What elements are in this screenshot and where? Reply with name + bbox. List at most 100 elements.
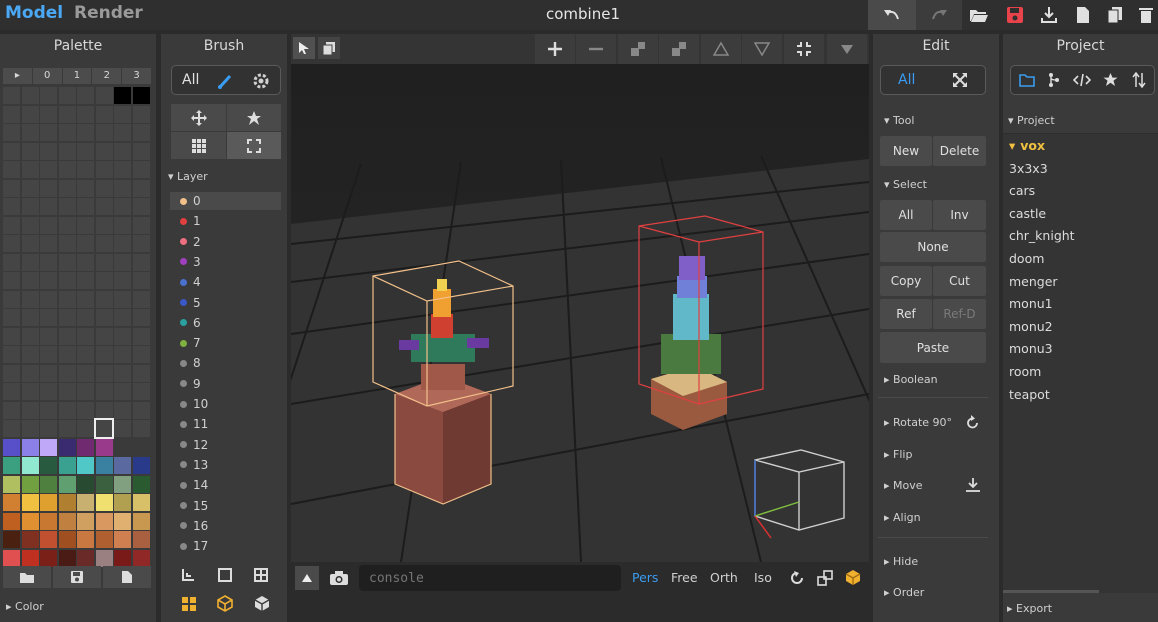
palette-swatch[interactable] xyxy=(114,290,131,308)
palette-tab-0[interactable]: 0 xyxy=(32,68,62,84)
new-button[interactable]: New xyxy=(880,136,932,166)
palette-swatch[interactable] xyxy=(58,216,76,234)
palette-swatch[interactable] xyxy=(77,179,94,197)
palette-swatch[interactable] xyxy=(95,475,113,493)
palette-swatch[interactable] xyxy=(58,272,76,289)
palette-swatch[interactable] xyxy=(40,198,57,215)
palette-swatch[interactable] xyxy=(132,290,150,308)
palette-swatch[interactable] xyxy=(132,346,150,363)
palette-swatch[interactable] xyxy=(95,531,113,548)
layer-item[interactable]: 15 xyxy=(170,497,281,515)
palette-swatch[interactable] xyxy=(40,420,57,437)
palette-swatch[interactable] xyxy=(40,401,57,419)
palette-swatch[interactable] xyxy=(77,475,94,493)
palette-swatch[interactable] xyxy=(114,216,131,234)
palette-swatch[interactable] xyxy=(114,161,131,178)
palette-new-button[interactable] xyxy=(103,566,151,588)
palette-swatch[interactable] xyxy=(77,198,94,215)
palette-swatch[interactable] xyxy=(21,290,39,308)
palette-swatch[interactable] xyxy=(3,457,20,474)
palette-swatch[interactable] xyxy=(95,327,113,345)
ref-d-button[interactable]: Ref-D xyxy=(933,299,986,329)
palette-swatch[interactable] xyxy=(21,179,39,197)
layer-item[interactable]: 10 xyxy=(170,395,281,413)
palette-swatch[interactable] xyxy=(40,457,57,474)
palette-swatch[interactable] xyxy=(3,364,20,382)
palette-swatch[interactable] xyxy=(132,475,150,493)
palette-swatch[interactable] xyxy=(21,438,39,456)
palette-swatch[interactable] xyxy=(114,272,131,289)
palette-swatch[interactable] xyxy=(95,105,113,123)
expand-icon[interactable] xyxy=(953,73,967,87)
collapse-console-button[interactable] xyxy=(295,566,319,590)
project-item[interactable]: 3x3x3 xyxy=(1009,161,1048,176)
palette-swatch[interactable] xyxy=(77,235,94,252)
palette-swatch[interactable] xyxy=(40,438,57,456)
palette-swatch[interactable] xyxy=(58,142,76,160)
palette-swatch[interactable] xyxy=(58,290,76,308)
project-item[interactable]: monu3 xyxy=(1009,341,1053,356)
layer-item[interactable]: 11 xyxy=(170,415,281,433)
palette-swatch[interactable] xyxy=(132,438,150,456)
boolean-section-toggle[interactable]: ▸ Boolean xyxy=(884,373,938,386)
console-input[interactable] xyxy=(359,565,621,591)
palette-swatch[interactable] xyxy=(77,364,94,382)
palette-swatch[interactable] xyxy=(21,475,39,493)
view-pers-button[interactable]: Pers xyxy=(632,570,658,585)
view-free-button[interactable]: Free xyxy=(671,570,698,585)
palette-swatch[interactable] xyxy=(114,105,131,123)
palette-swatch[interactable] xyxy=(21,142,39,160)
corner-icon[interactable] xyxy=(181,568,195,582)
palette-swatch[interactable] xyxy=(132,401,150,419)
palette-swatch[interactable] xyxy=(58,549,76,567)
copy-button[interactable]: Copy xyxy=(880,266,932,296)
export-section-toggle[interactable]: ▸ Export xyxy=(1007,602,1052,615)
palette-swatch[interactable] xyxy=(58,364,76,382)
palette-swatch[interactable] xyxy=(95,142,113,160)
layer-item[interactable]: 0 xyxy=(170,192,281,210)
gear-icon[interactable] xyxy=(252,72,270,90)
triangle-up-button[interactable] xyxy=(701,34,741,64)
palette-swatch[interactable] xyxy=(95,457,113,474)
palette-swatch[interactable] xyxy=(114,124,131,141)
save-button[interactable] xyxy=(1002,4,1028,26)
layer-item[interactable]: 14 xyxy=(170,476,281,494)
palette-swatch[interactable] xyxy=(21,327,39,345)
grid-square-icon[interactable] xyxy=(254,568,268,582)
palette-swatch[interactable] xyxy=(3,87,20,104)
palette-swatch[interactable] xyxy=(114,438,131,456)
face-select-icon[interactable] xyxy=(181,596,197,612)
palette-swatch[interactable] xyxy=(95,383,113,400)
palette-swatch[interactable] xyxy=(58,327,76,345)
palette-swatch[interactable] xyxy=(58,105,76,123)
fit-view-button[interactable] xyxy=(784,34,824,64)
palette-swatch[interactable] xyxy=(95,272,113,289)
palette-swatch[interactable] xyxy=(77,327,94,345)
palette-swatch[interactable] xyxy=(132,549,150,567)
palette-swatch[interactable] xyxy=(21,364,39,382)
palette-swatch[interactable] xyxy=(3,161,20,178)
palette-swatch[interactable] xyxy=(132,235,150,252)
palette-swatch[interactable] xyxy=(40,549,57,567)
palette-swatch[interactable] xyxy=(95,235,113,252)
palette-swatch[interactable] xyxy=(3,216,20,234)
align-section-toggle[interactable]: ▸ Align xyxy=(884,511,921,524)
palette-swatch[interactable] xyxy=(114,364,131,382)
palette-swatch[interactable] xyxy=(3,235,20,252)
project-item[interactable]: monu2 xyxy=(1009,319,1053,334)
tool-section-toggle[interactable]: ▾ Tool xyxy=(884,114,914,127)
order-section-toggle[interactable]: ▸ Order xyxy=(884,586,924,599)
palette-swatch[interactable] xyxy=(95,512,113,530)
palette-swatch[interactable] xyxy=(21,124,39,141)
palette-tab-1[interactable]: 1 xyxy=(62,68,92,84)
project-item[interactable]: cars xyxy=(1009,183,1035,198)
palette-swatch[interactable] xyxy=(77,512,94,530)
cut-button[interactable]: Cut xyxy=(933,266,986,296)
invert-selection-button[interactable]: Inv xyxy=(933,200,986,230)
palette-swatch[interactable] xyxy=(58,253,76,271)
paint-brush-icon[interactable] xyxy=(217,72,235,90)
palette-swatch[interactable] xyxy=(77,420,94,437)
palette-swatch[interactable] xyxy=(3,142,20,160)
palette-swatch[interactable] xyxy=(40,383,57,400)
palette-swatch[interactable] xyxy=(114,475,131,493)
